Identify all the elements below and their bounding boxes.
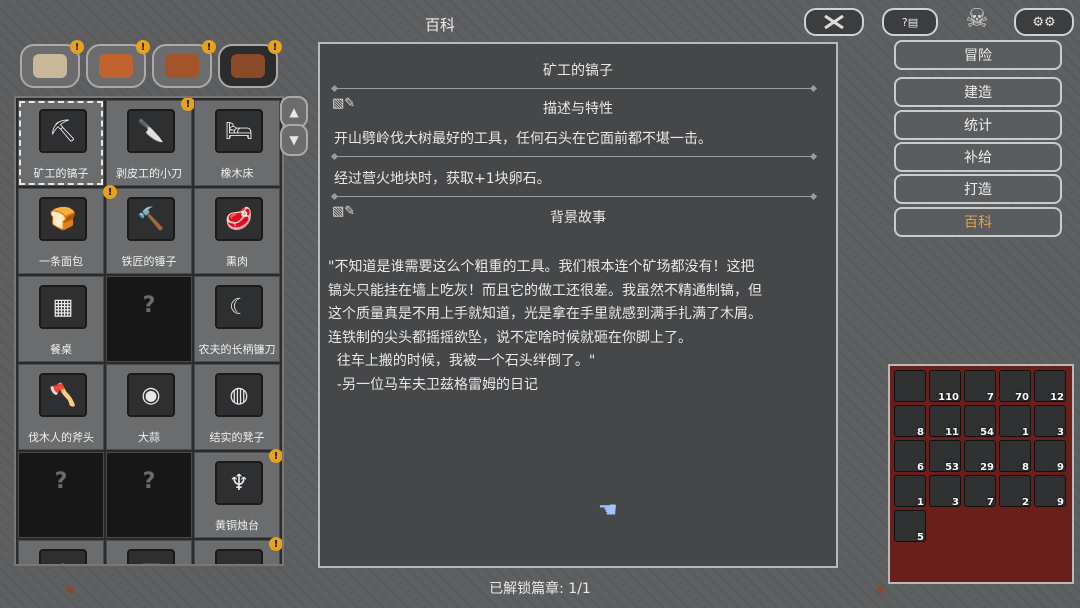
grid-item-locked[interactable]: ? bbox=[18, 452, 104, 538]
settings-button[interactable]: ⚙⚙ bbox=[1014, 8, 1074, 36]
pickaxe-icon: ⛏ bbox=[39, 109, 87, 153]
question-mark-icon: ? bbox=[54, 468, 68, 494]
category-badge: ! bbox=[202, 40, 216, 54]
skull-icon: ☠ bbox=[965, 4, 989, 34]
chevron-down-icon: ▼ bbox=[289, 133, 299, 147]
inventory-item[interactable]: 9 bbox=[1034, 475, 1066, 508]
grid-item[interactable]: ♆ 黄铜烛台! bbox=[194, 449, 282, 538]
category-tab-map[interactable]: ! bbox=[20, 40, 84, 88]
menu-supply[interactable]: 补给 bbox=[894, 142, 1062, 172]
chevron-up-icon: ▲ bbox=[289, 105, 299, 119]
effect-text: 经过营火地块时，获取+1块卵石。 bbox=[334, 171, 551, 187]
divider bbox=[334, 88, 814, 89]
question-mark-icon: ? bbox=[142, 292, 156, 318]
scroll-icon: ▤ bbox=[127, 549, 175, 564]
inventory-item[interactable]: 54 bbox=[964, 405, 996, 438]
divider bbox=[334, 196, 814, 197]
inventory-panel: 110 7 70 12 8 11 54 1 3 6 53 29 8 9 1 3 … bbox=[888, 364, 1074, 584]
resource-icon bbox=[165, 54, 199, 78]
knife-icon: 🔪 bbox=[127, 109, 175, 153]
inventory-item[interactable]: 6 bbox=[894, 440, 926, 473]
inventory-item[interactable]: 70 bbox=[999, 370, 1031, 403]
inventory-item[interactable]: 1 bbox=[894, 475, 926, 508]
divider bbox=[334, 156, 814, 157]
inventory-item[interactable] bbox=[894, 370, 926, 402]
section-heading: 背景故事 bbox=[550, 210, 606, 226]
page-title: 百科 bbox=[424, 16, 455, 34]
menu-build[interactable]: 建造 bbox=[894, 77, 1062, 107]
inventory-item[interactable]: 110 bbox=[929, 370, 961, 403]
candelabra-icon: ♆ bbox=[215, 461, 263, 505]
article-title: 矿工的镐子 bbox=[543, 63, 613, 79]
inventory-item[interactable]: 12 bbox=[1034, 370, 1066, 403]
description-text: 开山劈岭伐大树最好的工具，任何石头在它面前都不堪一击。 bbox=[334, 131, 712, 147]
inventory-item[interactable]: 5 bbox=[894, 510, 926, 543]
map-icon bbox=[33, 54, 67, 78]
hammer-icon: 🔨 bbox=[127, 197, 175, 241]
entry-grid: ⛏ 矿工的镐子 🔪 剥皮工的小刀! 🛏 橡木床 🍞 一条面包 🔨 铁匠的锤子! 🥩 熏肉 ▦… bbox=[14, 96, 284, 566]
grid-item[interactable]: ☾ 农夫的长柄镰刀 bbox=[194, 276, 280, 362]
category-badge: ! bbox=[136, 40, 150, 54]
scythe-icon: ☾ bbox=[215, 285, 263, 329]
grid-item[interactable]: ◍ 结实的凳子 bbox=[194, 364, 280, 450]
inventory-item[interactable]: 3 bbox=[929, 475, 961, 508]
meat-icon: 🥩 bbox=[215, 197, 263, 241]
inventory-item[interactable]: 11 bbox=[929, 405, 961, 438]
category-tab-items[interactable]: ! bbox=[218, 40, 282, 88]
grid-item[interactable]: 🛏 橡木床 bbox=[194, 100, 280, 186]
inventory-item[interactable]: 7 bbox=[964, 475, 996, 508]
table-icon: ▦ bbox=[39, 285, 87, 329]
menu-adventure[interactable]: 冒险 bbox=[894, 40, 1062, 70]
story-text: "不知道是谁需要这么个粗重的工具。我们根本连个矿场都没有！这把 镐头只能挂在墙上… bbox=[328, 259, 762, 393]
inventory-item[interactable]: 1 bbox=[999, 405, 1031, 438]
grid-item[interactable]: ◌! bbox=[194, 537, 282, 564]
inventory-item[interactable]: 9 bbox=[1034, 440, 1066, 473]
category-badge: ! bbox=[70, 40, 84, 54]
grid-item[interactable]: 🔪 剥皮工的小刀! bbox=[106, 98, 195, 186]
grid-item[interactable]: 🪓 伐木人的斧头 bbox=[18, 364, 104, 450]
inventory-item[interactable]: 29 bbox=[964, 440, 996, 473]
grid-item[interactable]: ▦ 餐桌 bbox=[18, 276, 104, 362]
pointer-cursor-icon: ☚ bbox=[598, 498, 618, 523]
inventory-item[interactable]: 8 bbox=[999, 440, 1031, 473]
category-tab-resources[interactable]: ! bbox=[152, 40, 216, 88]
grid-item[interactable]: ▤ bbox=[106, 540, 192, 564]
inventory-item[interactable]: 53 bbox=[929, 440, 961, 473]
bread-icon: 🍞 bbox=[39, 197, 87, 241]
help-icon: ?▤ bbox=[901, 15, 919, 29]
menu-encyclopedia[interactable]: 百科 bbox=[894, 207, 1062, 237]
category-tab-enemies[interactable]: ! bbox=[86, 40, 150, 88]
inventory-item[interactable]: 2 bbox=[999, 475, 1031, 508]
inventory-item[interactable]: 7 bbox=[964, 370, 996, 403]
grid-item[interactable]: ⛏ 矿工的镐子 bbox=[18, 100, 104, 186]
bed-icon: 🛏 bbox=[215, 109, 263, 153]
barrel-icon bbox=[231, 54, 265, 78]
grid-item[interactable]: 🔨 铁匠的锤子! bbox=[103, 185, 192, 274]
menu-craft[interactable]: 打造 bbox=[894, 174, 1062, 204]
menu-stats[interactable]: 统计 bbox=[894, 110, 1062, 140]
article-panel: 矿工的镐子 ▧✎ 描述与特性 开山劈岭伐大树最好的工具，任何石头在它面前都不堪一… bbox=[318, 42, 838, 568]
stool-icon: ◍ bbox=[215, 373, 263, 417]
category-badge: ! bbox=[268, 40, 282, 54]
grid-item[interactable]: ○ bbox=[18, 540, 104, 564]
inventory-item[interactable]: 8 bbox=[894, 405, 926, 438]
scroll-down-button[interactable]: ▼ bbox=[280, 124, 308, 156]
grid-item-locked[interactable]: ? bbox=[106, 452, 192, 538]
inventory-item[interactable]: 3 bbox=[1034, 405, 1066, 438]
grid-item[interactable]: 🥩 熏肉 bbox=[194, 188, 280, 274]
grid-item[interactable]: ◉ 大蒜 bbox=[106, 364, 192, 450]
garlic-icon: ◉ bbox=[127, 373, 175, 417]
section-heading: 描述与特性 bbox=[543, 101, 613, 117]
crossed-swords-icon bbox=[824, 14, 844, 30]
grid-item[interactable]: 🍞 一条面包 bbox=[18, 188, 104, 274]
close-button[interactable] bbox=[804, 8, 864, 36]
pan-icon: ○ bbox=[39, 549, 87, 564]
grid-item-locked[interactable]: ? bbox=[106, 276, 192, 362]
skull-icon bbox=[99, 54, 133, 78]
axe-icon: 🪓 bbox=[39, 373, 87, 417]
item-icon: ◌ bbox=[215, 549, 263, 564]
help-button[interactable]: ?▤ bbox=[882, 8, 938, 36]
gear-icon: ⚙⚙ bbox=[1032, 14, 1056, 30]
question-mark-icon: ? bbox=[142, 468, 156, 494]
